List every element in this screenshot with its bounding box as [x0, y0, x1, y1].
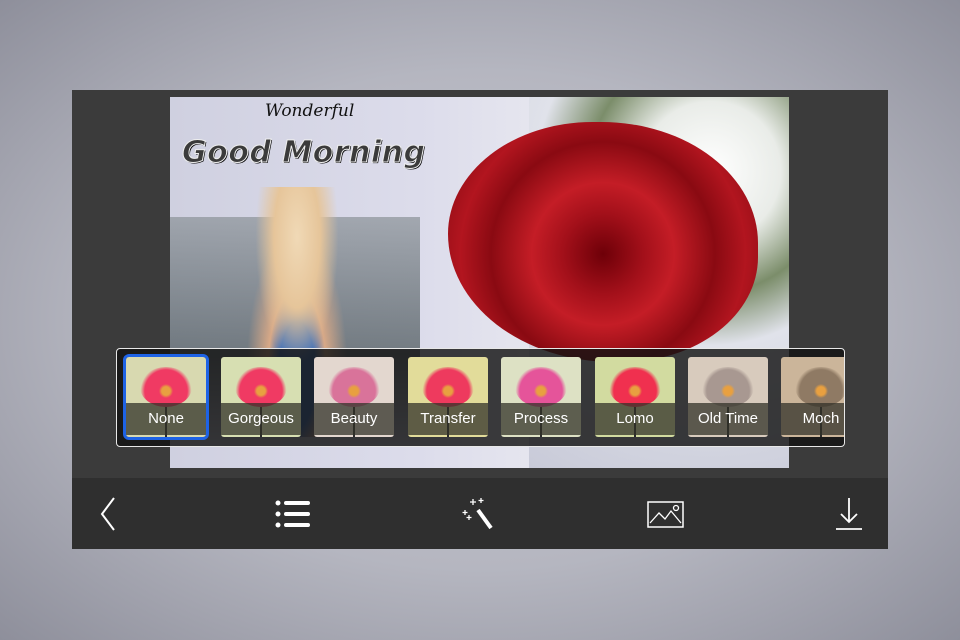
- back-button[interactable]: [88, 494, 128, 534]
- filter-label: Moch: [781, 403, 844, 435]
- photo-subtitle: Wonderful: [265, 101, 355, 121]
- effects-button[interactable]: [459, 494, 499, 534]
- list-icon: [275, 500, 310, 528]
- filter-lomo[interactable]: Lomo: [595, 357, 675, 437]
- list-button[interactable]: [273, 494, 313, 534]
- gallery-button[interactable]: [646, 494, 686, 534]
- red-rose: [448, 122, 758, 362]
- filter-strip[interactable]: None Gorgeous Beauty Transfer Process Lomo Old…: [116, 348, 845, 447]
- filter-beauty[interactable]: Beauty: [314, 357, 394, 437]
- filter-label: Beauty: [314, 403, 394, 435]
- photo-title: Good Morning: [182, 135, 426, 171]
- filter-label: Gorgeous: [221, 403, 301, 435]
- filter-transfer[interactable]: Transfer: [408, 357, 488, 437]
- flower-thumbnail: [235, 367, 287, 407]
- flower-thumbnail: [702, 367, 754, 407]
- download-icon: [836, 498, 862, 530]
- filter-label: Lomo: [595, 403, 675, 435]
- flower-thumbnail: [422, 367, 474, 407]
- flower-thumbnail: [140, 367, 192, 407]
- flower-thumbnail: [795, 367, 844, 407]
- bottom-toolbar: [72, 478, 888, 549]
- filter-label: Process: [501, 403, 581, 435]
- filter-gorgeous[interactable]: Gorgeous: [221, 357, 301, 437]
- flower-thumbnail: [515, 367, 567, 407]
- magic-wand-icon: [462, 498, 493, 530]
- download-button[interactable]: [829, 494, 869, 534]
- image-icon: [647, 501, 684, 528]
- filter-process[interactable]: Process: [501, 357, 581, 437]
- filter-label: Old Time: [688, 403, 768, 435]
- flower-thumbnail: [328, 367, 380, 407]
- flower-thumbnail: [609, 367, 661, 407]
- filter-label: Transfer: [408, 403, 488, 435]
- filter-label: None: [126, 403, 206, 435]
- filter-none[interactable]: None: [123, 354, 209, 440]
- filter-moch[interactable]: Moch: [781, 357, 844, 437]
- filter-old-time[interactable]: Old Time: [688, 357, 768, 437]
- back-chevron-icon: [100, 497, 115, 531]
